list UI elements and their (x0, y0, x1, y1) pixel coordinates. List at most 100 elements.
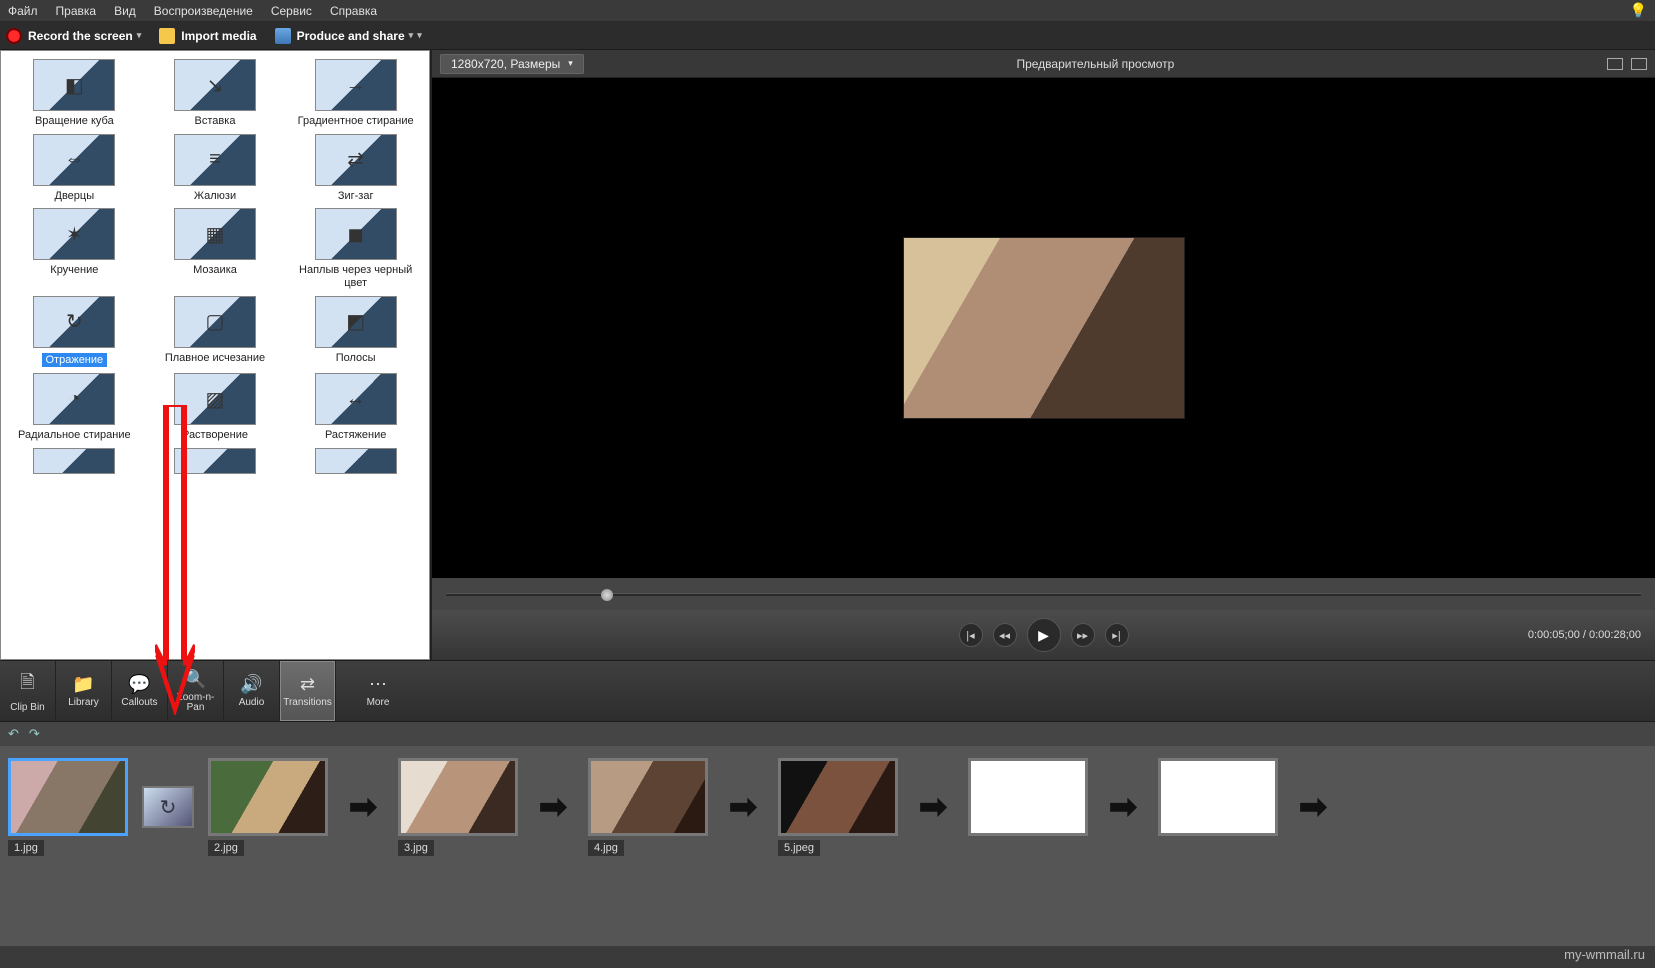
record-screen-button[interactable]: Record the screen ▾ (6, 28, 141, 44)
clip-thumb (398, 758, 518, 836)
clip-image (211, 761, 325, 833)
timeline-clip[interactable]: ↻ (142, 786, 194, 828)
menu-edit[interactable]: Правка (56, 4, 97, 18)
tool-tab-library[interactable]: 📁Library (56, 661, 112, 721)
timeline-clip[interactable] (968, 758, 1088, 836)
tool-tab-label: Clip Bin (10, 703, 44, 713)
clip-image (11, 761, 125, 833)
tool-tab-zoom-n-pan[interactable]: 🔍 Zoom-n-Pan (168, 661, 224, 721)
play-button[interactable]: ▶ (1027, 618, 1061, 652)
transition-thumb: ↻ (33, 296, 115, 348)
transitions-panel: ◧Вращение куба↘Вставка→Градиентное стира… (0, 50, 430, 660)
undo-button[interactable]: ↶ (8, 726, 19, 742)
record-label: Record the screen (28, 29, 133, 43)
transition-item[interactable]: ◼Наплыв через черный цвет (286, 206, 425, 291)
tool-tab-label: Transitions (283, 698, 332, 708)
transition-label: Растворение (148, 429, 283, 442)
transition-thumb: ⇔ (33, 134, 115, 186)
audio-icon: 🔊 (240, 674, 262, 695)
timeline-clip[interactable]: ➡ (532, 786, 574, 828)
timeline-clip[interactable]: 1.jpg (8, 758, 128, 856)
preview-size-selector[interactable]: 1280x720, Размеры ▾ (440, 54, 584, 74)
timeline-clip[interactable]: 2.jpg (208, 758, 328, 856)
transition-item[interactable] (5, 446, 144, 480)
prev-clip-button[interactable]: |◂ (959, 623, 983, 647)
menu-file[interactable]: Файл (8, 4, 38, 18)
transition-item[interactable]: ◩Полосы (286, 294, 425, 370)
preview-pane: 1280x720, Размеры ▾ Предварительный прос… (430, 50, 1655, 660)
forward-button[interactable]: ▸▸ (1071, 623, 1095, 647)
timeline-clip[interactable]: ➡ (912, 786, 954, 828)
next-clip-button[interactable]: ▸| (1105, 623, 1129, 647)
caret-down-icon: ▾ (417, 30, 422, 41)
transition-item[interactable]: ⇄Зиг-заг (286, 132, 425, 205)
clip-thumb (208, 758, 328, 836)
transition-item[interactable]: ◧Вращение куба (5, 57, 144, 130)
preview-title: Предварительный просмотр (584, 57, 1607, 71)
transition-thumb: ↔ (315, 373, 397, 425)
transitions-icon: ⇄ (300, 674, 315, 695)
clip-thumb (588, 758, 708, 836)
timeline-clip[interactable]: ➡ (1292, 786, 1334, 828)
transition-item[interactable]: ↔Растяжение (286, 371, 425, 444)
rewind-button[interactable]: ◂◂ (993, 623, 1017, 647)
transition-item[interactable]: ✶Кручение (5, 206, 144, 291)
zoom-n-pan-icon: 🔍 (184, 669, 206, 690)
menu-service[interactable]: Сервис (271, 4, 312, 18)
tool-tab-label: Zoom-n-Pan (168, 693, 223, 713)
transition-item[interactable]: ↻Отражение (5, 294, 144, 370)
transition-label: Плавное исчезание (148, 352, 283, 365)
timeline-clip[interactable]: ➡ (342, 786, 384, 828)
produce-share-button[interactable]: Produce and share ▾ ▾ (275, 28, 422, 44)
transition-label: Мозаика (148, 264, 283, 277)
clip-label: 5.jpeg (778, 840, 820, 856)
tool-tab-more[interactable]: ⋯More (350, 661, 406, 721)
produce-label: Produce and share (297, 29, 405, 43)
transitions-scroll[interactable]: ◧Вращение куба↘Вставка→Градиентное стира… (1, 51, 429, 659)
transition-item[interactable] (286, 446, 425, 480)
tool-tab-callouts[interactable]: 💬Callouts (112, 661, 168, 721)
transition-item[interactable]: ▨ Растворение (146, 371, 285, 444)
transition-label: Вставка (148, 115, 283, 128)
timeline-clip[interactable]: 5.jpeg (778, 758, 898, 856)
transition-item[interactable] (146, 446, 285, 480)
folder-icon (159, 28, 175, 44)
transition-label: Зиг-заг (288, 190, 423, 203)
clip-thumb-blank (968, 758, 1088, 836)
transition-thumb: ▨ (174, 373, 256, 425)
transition-item[interactable]: ⇔Дверцы (5, 132, 144, 205)
scrub-bar[interactable] (432, 578, 1655, 610)
transition-thumb: ◩ (315, 296, 397, 348)
transition-item[interactable]: ▦ Мозаика (146, 206, 285, 291)
transition-item[interactable]: ≡ Жалюзи (146, 132, 285, 205)
timeline-clip[interactable]: 4.jpg (588, 758, 708, 856)
tool-tab-label: Callouts (121, 698, 157, 708)
transition-item[interactable]: ↘Вставка (146, 57, 285, 130)
timeline-clip[interactable]: ➡ (1102, 786, 1144, 828)
transition-item[interactable]: →Градиентное стирание (286, 57, 425, 130)
timeline-clip[interactable]: 3.jpg (398, 758, 518, 856)
transition-thumb: ▦ (174, 208, 256, 260)
tool-tab-audio[interactable]: 🔊Audio (224, 661, 280, 721)
tool-tab-clip-bin[interactable]: 🗎Clip Bin (0, 661, 56, 721)
detach-icon[interactable] (1631, 58, 1647, 70)
timeline[interactable]: 1.jpg ↻ 2.jpg ➡ 3.jpg ➡ 4.jpg ➡ 5.jpeg ➡ ➡ ➡ (0, 746, 1655, 946)
scrub-handle[interactable] (601, 589, 613, 601)
menu-playback[interactable]: Воспроизведение (154, 4, 253, 18)
tool-tab-transitions[interactable]: ⇄ Transitions (280, 661, 336, 721)
redo-button[interactable]: ↷ (29, 726, 40, 742)
transition-item[interactable]: ▢Плавное исчезание (146, 294, 285, 370)
timeline-clip[interactable] (1158, 758, 1278, 836)
timeline-toolbar: ↶ ↷ (0, 722, 1655, 746)
fullscreen-icon[interactable] (1607, 58, 1623, 70)
hint-bulb-icon[interactable]: 💡 (1630, 2, 1647, 19)
import-media-button[interactable]: Import media (159, 28, 256, 44)
menu-view[interactable]: Вид (114, 4, 136, 18)
action-bar: Record the screen ▾ Import media Produce… (0, 22, 1655, 50)
scrub-track[interactable] (446, 593, 1641, 596)
menu-help[interactable]: Справка (330, 4, 377, 18)
transition-item[interactable]: ◔Радиальное стирание (5, 371, 144, 444)
transition-thumb: ≡ (174, 134, 256, 186)
timeline-clip[interactable]: ➡ (722, 786, 764, 828)
transition-label: Жалюзи (148, 190, 283, 203)
